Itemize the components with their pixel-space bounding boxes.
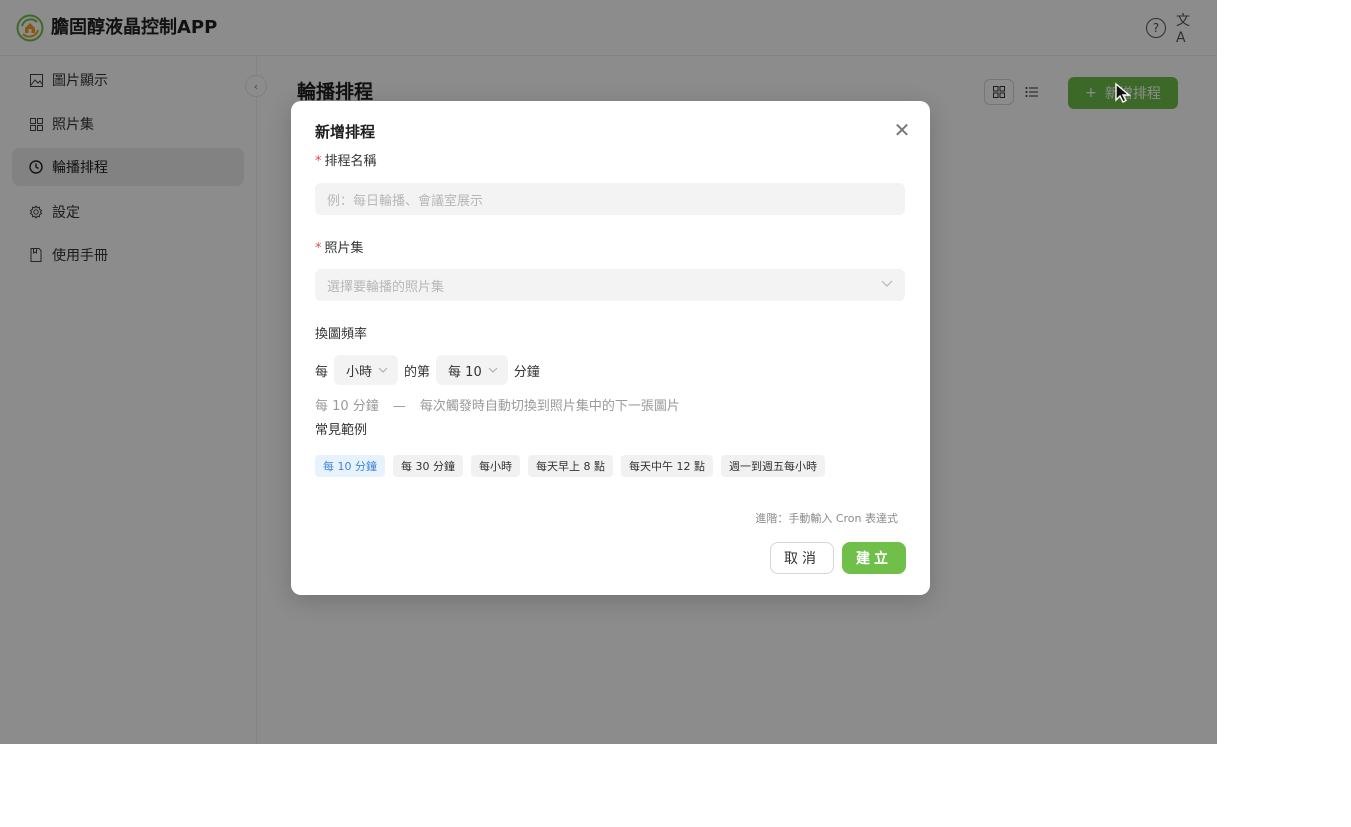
chevron-down-icon	[488, 364, 498, 377]
advanced-cron-link[interactable]: 進階：手動輸入 Cron 表達式	[755, 511, 898, 527]
example-chip[interactable]: 每天中午 12 點	[621, 455, 713, 477]
new-schedule-dialog: 新增排程 ✕ * 排程名稱 例：每日輪播、會議室展示 * 照片集 選擇要輪播的照片集…	[291, 101, 930, 595]
schedule-name-input[interactable]: 例：每日輪播、會議室展示	[315, 183, 905, 215]
album-select[interactable]: 選擇要輪播的照片集	[315, 269, 905, 301]
example-chip[interactable]: 每小時	[471, 455, 520, 477]
example-chip[interactable]: 每天早上 8 點	[528, 455, 613, 477]
input-placeholder: 例：每日輪播、會議室展示	[327, 193, 484, 209]
mouse-cursor-icon	[1115, 82, 1131, 103]
select-placeholder: 選擇要輪播的照片集	[327, 279, 445, 295]
chevron-down-icon	[881, 277, 893, 291]
example-chip[interactable]: 每 30 分鐘	[393, 455, 463, 477]
album-label: * 照片集	[315, 241, 364, 256]
frequency-row: 每 小時 的第 每 10 分鐘	[315, 355, 540, 385]
cancel-button[interactable]: 取消	[770, 542, 834, 574]
frequency-prefix: 每	[315, 364, 329, 380]
chevron-down-icon	[378, 364, 388, 377]
example-chip[interactable]: 週一到週五每小時	[721, 455, 825, 477]
frequency-suffix: 分鐘	[513, 364, 540, 380]
required-mark: *	[315, 241, 322, 256]
frequency-middle: 的第	[404, 364, 431, 380]
frequency-hint: 每 10 分鐘 — 每次觸發時自動切換到照片集中的下一張圖片	[315, 399, 680, 414]
app-window: 膽固醇液晶控制APP ? 文A 圖片顯示 照片集 輪播排程 設定 使用手冊 ‹ …	[0, 0, 1217, 744]
example-chips: 每 10 分鐘 每 30 分鐘 每小時 每天早上 8 點 每天中午 12 點 週…	[315, 455, 825, 477]
frequency-minute-select[interactable]: 每 10	[436, 355, 508, 385]
frequency-label: 換圖頻率	[315, 327, 368, 342]
schedule-name-label: * 排程名稱	[315, 154, 377, 169]
example-chip[interactable]: 每 10 分鐘	[315, 455, 385, 477]
required-mark: *	[315, 154, 322, 169]
create-button[interactable]: 建立	[842, 542, 906, 574]
close-icon[interactable]: ✕	[891, 118, 913, 142]
dialog-title: 新增排程	[315, 123, 376, 141]
examples-label: 常見範例	[315, 423, 368, 438]
frequency-unit-select[interactable]: 小時	[334, 355, 399, 385]
